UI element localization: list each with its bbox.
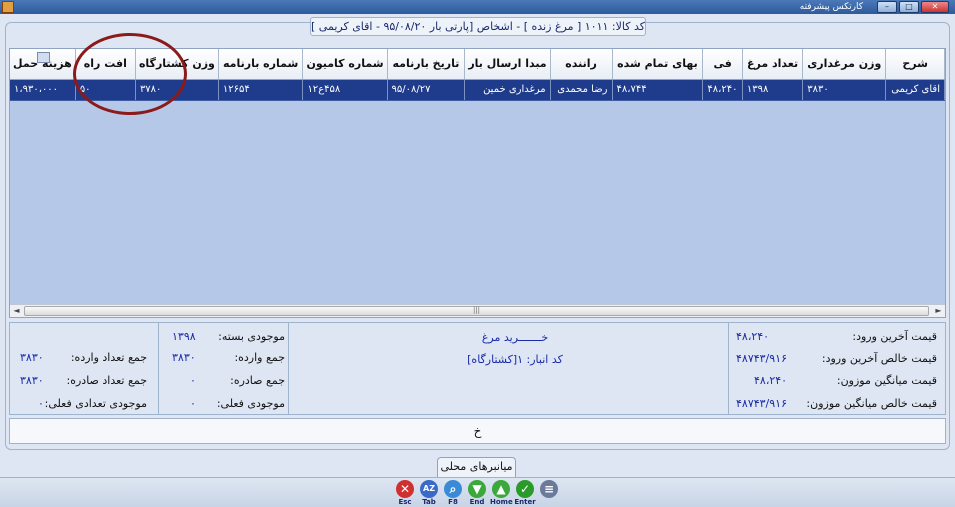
app-icon	[2, 1, 14, 13]
current-count-stock-value: ۰	[38, 397, 44, 410]
horizontal-scrollbar[interactable]: ◄ ||| ►	[10, 304, 945, 317]
arrow-up-icon: ▲	[492, 480, 510, 498]
cell-unit-price[interactable]: ۴۸،۲۴۰	[702, 79, 743, 101]
tab-button[interactable]: AZ Tab	[418, 480, 440, 506]
check-icon: ✓	[516, 480, 534, 498]
document-type-title: خـــــــرید مرغ	[481, 331, 549, 344]
scroll-left-icon[interactable]: ◄	[10, 305, 23, 317]
shortcut-caption: Tab	[422, 498, 436, 506]
net-last-entry-price-value: ۴۸۷۴۳/۹۱۶	[736, 352, 787, 365]
window-titlebar: کارتکس پیشرفته – □ ✕	[0, 0, 955, 14]
shortcut-caption: Enter	[514, 498, 536, 506]
enter-button[interactable]: ✓ Enter	[514, 480, 536, 506]
column-header-shipping-origin[interactable]: مبدا ارسال بار	[464, 49, 551, 80]
column-header-farm-weight[interactable]: وزن مرغداری	[802, 49, 887, 80]
column-header-chicken-count[interactable]: تعداد مرغ	[742, 49, 804, 80]
arrow-down-icon: ▼	[468, 480, 486, 498]
column-header-driver[interactable]: راننده	[550, 49, 613, 80]
column-header-waybill-number[interactable]: شماره بارنامه	[218, 49, 304, 80]
cell-waybill-date[interactable]: ۹۵/۰۸/۲۷	[387, 79, 466, 101]
description-field[interactable]: خ	[9, 418, 946, 444]
cell-transport-cost[interactable]: ۱،۹۳۰،۰۰۰	[10, 79, 76, 101]
net-weighted-average-price-label: قیمت خالص میانگین موزون:	[806, 397, 937, 410]
cell-chicken-count[interactable]: ۱۳۹۸	[742, 79, 804, 101]
cell-description[interactable]: اقای کریمی	[885, 79, 945, 101]
current-stock-value: ۰	[190, 397, 196, 410]
window-title: کارتکس پیشرفته	[799, 2, 863, 12]
shortcut-toolbar: ✕ Esc AZ Tab ⌕ F8 ▼ End ▲ Home ✓ Enter ≡	[0, 477, 955, 507]
info-panel: ۳۸۳۰ جمع تعداد وارده: ۳۸۳۰ جمع تعداد صاد…	[9, 322, 946, 415]
list-icon: ≡	[540, 480, 558, 498]
net-weighted-average-price-value: ۴۸۷۴۳/۹۱۶	[736, 397, 787, 410]
minimize-button[interactable]: –	[877, 1, 897, 13]
total-count-in-value: ۳۸۳۰	[20, 351, 44, 364]
end-button[interactable]: ▼ End	[466, 480, 488, 506]
column-header-unit-price[interactable]: فی	[702, 49, 743, 80]
total-in-value: ۳۸۳۰	[172, 351, 196, 364]
shortcut-caption: F8	[448, 498, 458, 506]
column-header-waybill-date[interactable]: تاریخ بارنامه	[387, 49, 466, 80]
esc-button[interactable]: ✕ Esc	[394, 480, 416, 506]
scroll-right-icon[interactable]: ►	[932, 305, 945, 317]
cell-finished-cost[interactable]: ۴۸،۷۴۴	[612, 79, 704, 101]
cell-farm-weight[interactable]: ۳۸۳۰	[802, 79, 887, 101]
cell-truck-number[interactable]: ۴۵۸ع۱۲	[302, 79, 388, 101]
panel-separator	[158, 323, 159, 415]
column-header-finished-cost[interactable]: بهای تمام شده	[612, 49, 704, 80]
column-chooser-icon[interactable]	[37, 52, 50, 63]
scroll-thumb[interactable]: |||	[24, 306, 929, 316]
shortcut-caption: End	[469, 498, 485, 506]
home-button[interactable]: ▲ Home	[490, 480, 513, 506]
total-count-out-value: ۳۸۳۰	[20, 374, 44, 387]
column-header-description[interactable]: شرح	[885, 49, 945, 80]
close-icon: ✕	[396, 480, 414, 498]
tab-local-shortcuts[interactable]: میانبرهای محلی	[437, 457, 516, 477]
net-last-entry-price-label: قیمت خالص آخرین ورود:	[821, 352, 937, 365]
total-in-label: جمع وارده:	[234, 351, 285, 364]
list-button[interactable]: ≡	[538, 480, 560, 506]
panel-separator	[288, 323, 289, 415]
total-count-out-label: جمع تعداد صادره:	[66, 374, 147, 387]
cell-waybill-number[interactable]: ۱۲۶۵۴	[218, 79, 304, 101]
sort-az-icon: AZ	[420, 480, 438, 498]
shortcut-caption: Home	[490, 498, 513, 506]
current-stock-label: موجودی فعلی:	[216, 397, 285, 410]
total-count-in-label: جمع تعداد وارده:	[70, 351, 147, 364]
warehouse-code: کد انبار: ۱[کشتارگاه]	[467, 353, 563, 366]
package-stock-label: موجودی بسته:	[218, 330, 285, 343]
total-out-label: جمع صادره:	[230, 374, 285, 387]
total-out-value: ۰	[190, 374, 196, 387]
column-header-truck-number[interactable]: شماره کامیون	[302, 49, 388, 80]
f8-search-button[interactable]: ⌕ F8	[442, 480, 464, 506]
cell-driver[interactable]: رضا محمدی	[550, 79, 613, 101]
search-icon: ⌕	[444, 480, 462, 498]
cell-shipping-origin[interactable]: مرغداری خمین	[464, 79, 551, 101]
package-stock-value: ۱۳۹۸	[172, 330, 196, 343]
last-entry-price-label: قیمت آخرین ورود:	[852, 330, 937, 343]
weighted-average-price-label: قیمت میانگین موزون:	[836, 374, 937, 387]
close-button[interactable]: ✕	[921, 1, 949, 13]
shortcut-caption: Esc	[398, 498, 412, 506]
current-count-stock-label: موجودی تعدادی فعلی:	[44, 397, 147, 410]
frame-caption: کد کالا: ۱۰۱۱ [ مرغ زنده ] - اشخاص [پارت…	[310, 17, 646, 36]
maximize-button[interactable]: □	[899, 1, 919, 13]
weighted-average-price-value: ۴۸،۲۴۰	[754, 374, 788, 387]
annotation-circle	[73, 33, 187, 115]
last-entry-price-value: ۴۸،۲۴۰	[736, 330, 770, 343]
window-controls: – □ ✕	[877, 1, 949, 13]
